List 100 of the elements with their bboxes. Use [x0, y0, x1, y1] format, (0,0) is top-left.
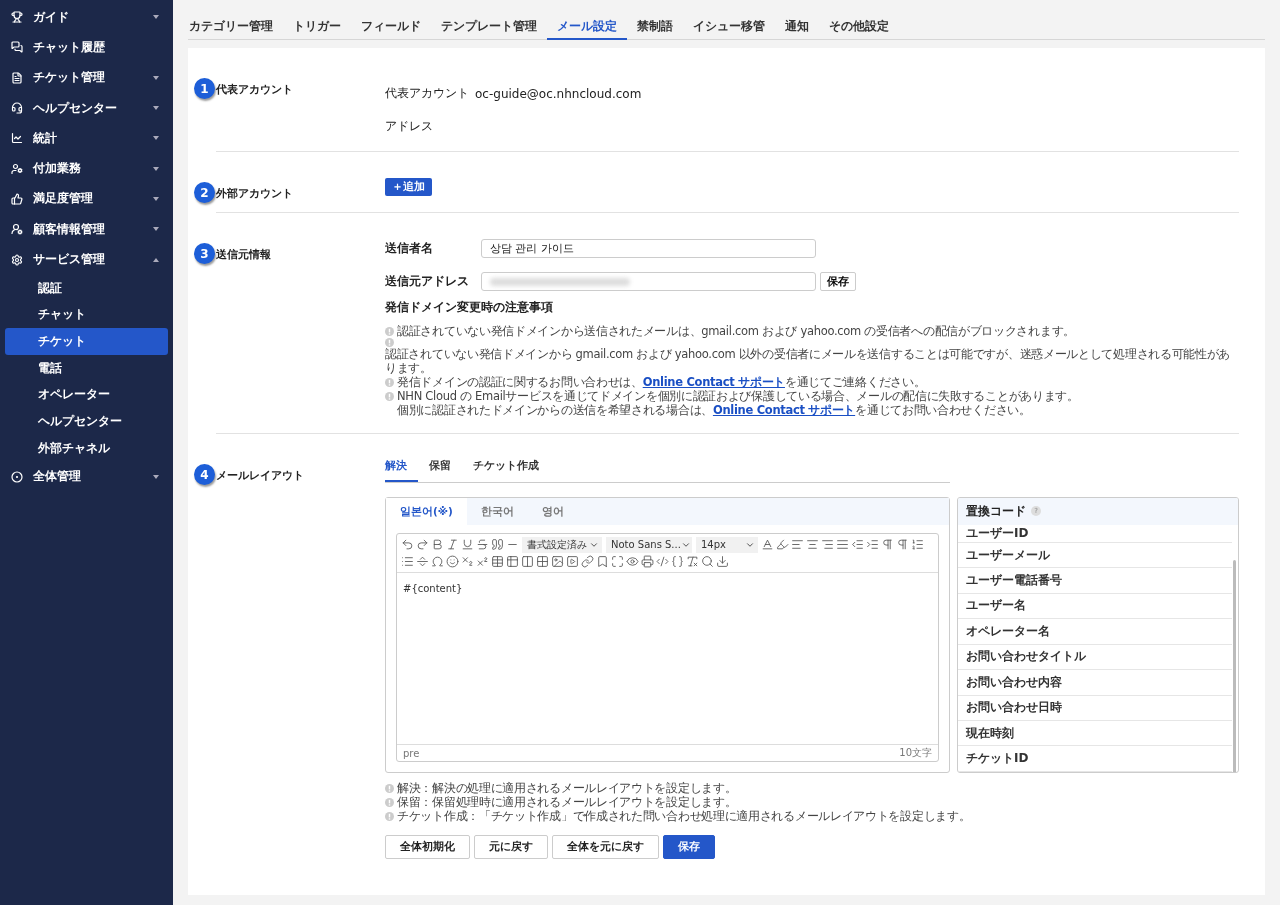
braces-icon[interactable]	[670, 553, 685, 570]
support-link[interactable]: Online Contact サポート	[712, 403, 856, 417]
columns-icon[interactable]	[520, 553, 535, 570]
sidebar-subitem[interactable]: オペレーター	[5, 381, 168, 409]
exclamation-icon	[385, 797, 394, 807]
printer-icon[interactable]	[640, 553, 655, 570]
sidebar-item[interactable]: サービス管理	[0, 244, 173, 275]
sidebar-subitem[interactable]: 認証	[5, 274, 168, 302]
section-title: 代表アカウント	[216, 82, 293, 97]
code-item[interactable]: ユーザーID	[958, 524, 1232, 543]
caret-icon	[153, 474, 159, 479]
sender-name-field[interactable]: 상담 관리 가이드	[481, 239, 816, 258]
sidebar-subitem[interactable]: チャット	[5, 301, 168, 329]
code-item[interactable]: お問い合わせタイトル	[958, 644, 1232, 671]
video-icon[interactable]	[565, 553, 580, 570]
action-button[interactable]: 保存	[663, 835, 715, 859]
sidebar-subitem[interactable]: ヘルプセンター	[5, 408, 168, 435]
smiley-icon[interactable]	[445, 553, 460, 570]
grid-icon[interactable]	[535, 553, 550, 570]
tab[interactable]: フィールド	[351, 15, 431, 40]
layout-tab[interactable]: 解決	[385, 459, 418, 482]
link-icon[interactable]	[580, 553, 595, 570]
action-button[interactable]: 全体初期化	[385, 835, 470, 859]
caret-icon	[153, 196, 159, 201]
download-icon[interactable]	[715, 553, 730, 570]
sidebar-subitem[interactable]: チケット	[5, 328, 168, 355]
caret-icon	[153, 15, 159, 20]
code-item[interactable]: お問い合わせ日時	[958, 695, 1232, 722]
tab[interactable]: 通知	[775, 15, 819, 40]
note-text: チケット作成：「チケット作成」で作成された問い合わせ処理に適用されるメールレイアウトを設定します。	[397, 809, 971, 823]
language-tab[interactable]: 영어	[527, 498, 578, 525]
code-item[interactable]: 現在時刻	[958, 721, 1232, 747]
field-label: 送信元アドレス	[385, 273, 470, 290]
image-icon[interactable]	[550, 553, 565, 570]
sidebar-item[interactable]: ヘルプセンター	[0, 92, 173, 124]
font-size-select[interactable]: 14px	[696, 536, 758, 553]
exclamation-icon	[385, 338, 394, 347]
document-icon	[11, 71, 23, 84]
sender-address-field[interactable]	[481, 272, 816, 291]
sidebar-subitem[interactable]: 電話	[5, 354, 168, 382]
character-count: 10文字	[899, 746, 932, 760]
sidebar-item[interactable]: 統計	[0, 123, 173, 154]
code-item[interactable]: ユーザー名	[958, 593, 1232, 620]
note-text: 個別に認証されたドメインからの送信を希望される場合は、	[397, 403, 713, 417]
code-item[interactable]: オペレーター名	[958, 619, 1232, 645]
sidebar-item[interactable]: 顧客情報管理	[0, 214, 173, 245]
font-select[interactable]: Noto Sans S...	[606, 536, 692, 553]
caret-icon	[153, 227, 159, 232]
sidebar-item[interactable]: ガイド	[0, 2, 173, 33]
table-icon[interactable]	[490, 553, 505, 570]
note-text: 解決：解決の処理に適用されるメールレイアウトを設定します。	[397, 781, 737, 795]
exclamation-icon	[385, 811, 394, 821]
quote-icon[interactable]	[490, 536, 505, 553]
exclamation-icon	[385, 391, 394, 401]
fullscreen-icon[interactable]	[610, 553, 625, 570]
step-number: 4	[194, 464, 215, 485]
action-button[interactable]: 全体を元に戻す	[552, 835, 659, 859]
add-button[interactable]: ＋追加	[385, 178, 432, 196]
bookmark-icon[interactable]	[595, 553, 610, 570]
search-icon[interactable]	[700, 553, 715, 570]
layout-tab[interactable]: 保留	[418, 459, 462, 482]
chart-icon	[11, 132, 23, 145]
section-title: 送信元情報	[216, 247, 271, 262]
tab[interactable]: 禁制語	[627, 15, 683, 40]
format-select[interactable]: 書式設定済み	[522, 536, 602, 553]
circle-icon	[11, 470, 23, 483]
language-tab[interactable]: 한국어	[466, 498, 528, 525]
tab[interactable]: その他設定	[819, 15, 899, 40]
sidebar-subitem[interactable]: 外部チャネル	[5, 434, 168, 462]
sidebar-item[interactable]: 満足度管理	[0, 183, 173, 215]
code-item[interactable]: チケットID	[958, 746, 1232, 772]
language-tab[interactable]: 일본어(※)	[386, 498, 467, 525]
caret-icon	[153, 166, 159, 171]
step-number: 1	[194, 78, 215, 99]
tab[interactable]: トリガー	[283, 15, 351, 40]
caret-icon	[153, 106, 159, 111]
tab[interactable]: メール設定	[547, 15, 627, 40]
tab[interactable]: カテゴリー管理	[188, 15, 283, 40]
element-path: pre	[403, 747, 420, 759]
table-icon[interactable]	[505, 553, 520, 570]
code-item[interactable]: ユーザーメール	[958, 542, 1232, 569]
save-button[interactable]: 保存	[820, 272, 856, 291]
email-address: oc-guide@oc.nhncloud.com	[475, 86, 642, 101]
caret-icon	[153, 75, 159, 80]
layout-tab[interactable]: チケット作成	[462, 459, 550, 482]
code-item[interactable]: ユーザー電話番号	[958, 568, 1232, 594]
support-link[interactable]: Online Contact サポート	[642, 375, 785, 389]
settings-icon	[11, 253, 23, 266]
sidebar-item[interactable]: チケット管理	[0, 62, 173, 93]
field-label: 代表アカウント	[385, 85, 469, 102]
code-item[interactable]: お問い合わせ内容	[958, 670, 1232, 696]
tab[interactable]: テンプレート管理	[431, 15, 547, 40]
sidebar-item[interactable]: 全体管理	[0, 461, 173, 492]
tab[interactable]: イシュー移管	[683, 15, 775, 40]
sidebar-item[interactable]: チャット履歴	[0, 32, 173, 63]
action-button[interactable]: 元に戻す	[474, 835, 548, 859]
caret-icon	[153, 136, 159, 141]
scrollbar[interactable]	[1233, 560, 1236, 772]
editor-content[interactable]: #{content}	[397, 573, 938, 744]
sidebar-item[interactable]: 付加業務	[0, 153, 173, 184]
